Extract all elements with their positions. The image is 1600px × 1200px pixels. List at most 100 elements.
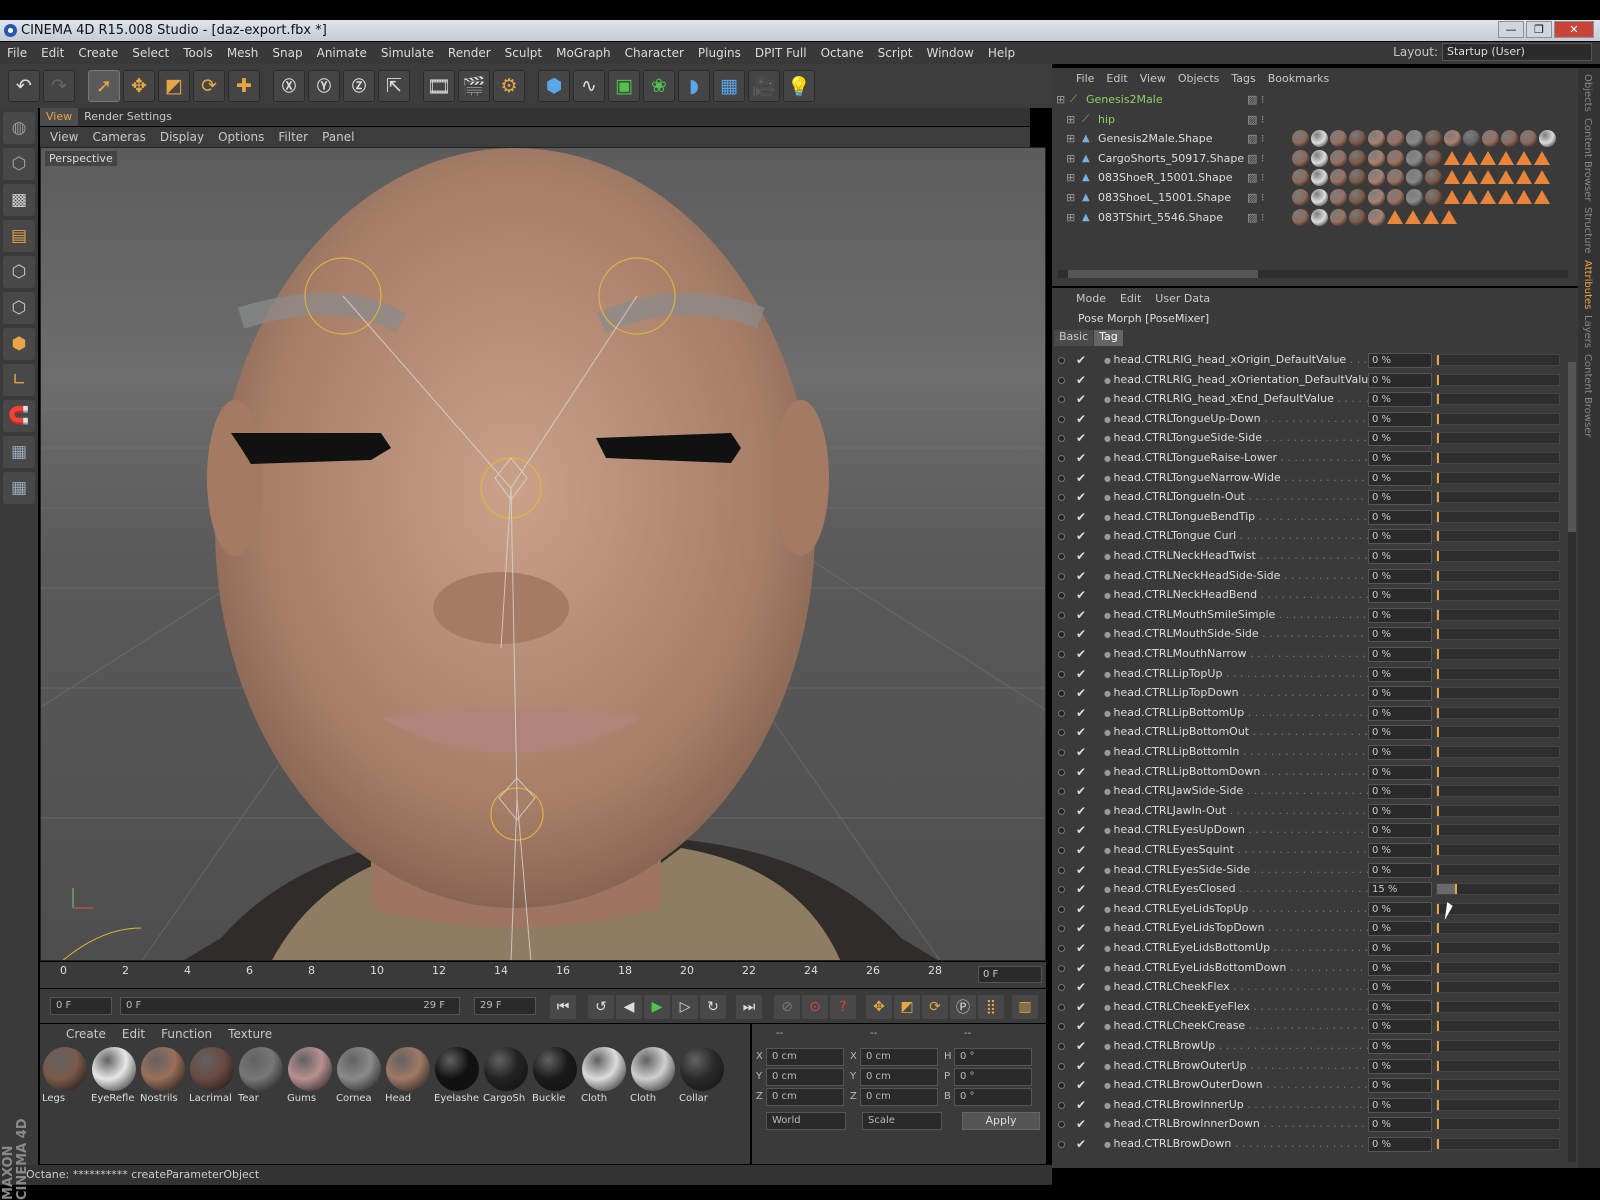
y-axis-lock-icon[interactable]: Ⓨ xyxy=(308,70,340,102)
material-menu-function[interactable]: Function xyxy=(161,1027,212,1041)
material-tag-icon[interactable] xyxy=(1463,130,1480,148)
slider-knob[interactable] xyxy=(1437,609,1439,620)
subdivision-surface-icon[interactable]: ▣ xyxy=(608,70,640,102)
expand-toggle-icon[interactable]: ⊞ xyxy=(1056,90,1065,109)
dock-tab-structure[interactable]: Structure xyxy=(1582,207,1593,254)
enabled-checkbox[interactable]: ✔ xyxy=(1076,683,1086,703)
visibility-toggle-icon[interactable]: ▨ ⁝ xyxy=(1247,110,1264,129)
material-tag-icon[interactable] xyxy=(1292,189,1309,206)
parameter-slider[interactable] xyxy=(1436,765,1560,778)
attr-menu-user-data[interactable]: User Data xyxy=(1155,292,1210,305)
parameter-slider[interactable] xyxy=(1436,491,1560,504)
frame-range-slider[interactable]: 0 F 29 F xyxy=(120,997,460,1015)
parameter-value-field[interactable]: 0 % xyxy=(1368,999,1432,1015)
viewport-menu-view[interactable]: View xyxy=(50,130,78,144)
enabled-checkbox[interactable]: ✔ xyxy=(1076,1075,1086,1095)
material-tag-icon[interactable] xyxy=(1311,169,1328,187)
visibility-toggle-icon[interactable]: ▨ ⁝ xyxy=(1247,208,1264,227)
slider-knob[interactable] xyxy=(1437,1099,1439,1110)
keyframe-dot-icon[interactable] xyxy=(1058,611,1065,619)
parameter-slider[interactable] xyxy=(1436,1118,1560,1131)
coord-value-field[interactable]: 0 cm xyxy=(766,1048,844,1066)
material-item[interactable]: Nostrils xyxy=(140,1047,186,1104)
edges-mode-icon[interactable]: ⬡ xyxy=(3,292,35,324)
material-tag-icon[interactable] xyxy=(1462,170,1478,185)
parameter-slider[interactable] xyxy=(1436,746,1560,758)
expand-toggle-icon[interactable]: ⊞ xyxy=(1066,208,1075,227)
deformer-icon[interactable]: ◗ xyxy=(678,70,710,102)
coord-value-field[interactable]: 0 cm xyxy=(766,1088,844,1106)
parameter-value-field[interactable]: 0 % xyxy=(1368,980,1432,996)
menu-tools[interactable]: Tools xyxy=(176,46,220,60)
material-tag-icon[interactable] xyxy=(1516,150,1532,165)
parameter-slider[interactable] xyxy=(1436,981,1560,994)
parameter-value-field[interactable]: 0 % xyxy=(1368,1039,1432,1054)
visibility-toggle-icon[interactable]: ▨ ⁝ xyxy=(1247,188,1264,207)
spline-pen-icon[interactable]: ∿ xyxy=(573,70,605,102)
parameter-slider[interactable] xyxy=(1436,550,1560,562)
dock-tab-objects[interactable]: Objects xyxy=(1582,74,1593,112)
material-tag-icon[interactable] xyxy=(1311,130,1328,148)
parameter-value-field[interactable]: 0 % xyxy=(1368,803,1432,819)
material-tag-icon[interactable] xyxy=(1520,130,1537,148)
dock-tab-layers[interactable]: Layers xyxy=(1582,315,1593,348)
material-tag-icon[interactable] xyxy=(1292,169,1309,187)
keyframe-dot-icon[interactable] xyxy=(1058,925,1065,933)
keyframe-dot-icon[interactable] xyxy=(1058,396,1065,404)
object-row[interactable]: ⊞ ▲ 083ShoeL_15001.Shape ▨ ⁝ xyxy=(1052,188,1578,207)
enabled-checkbox[interactable]: ✔ xyxy=(1076,370,1086,390)
menu-animate[interactable]: Animate xyxy=(310,46,374,60)
coord-value-field[interactable]: 0 ° xyxy=(954,1068,1032,1086)
parameter-slider[interactable] xyxy=(1436,393,1560,406)
material-tag-icon[interactable] xyxy=(1516,170,1532,185)
material-item[interactable]: Legs xyxy=(42,1047,88,1104)
menu-script[interactable]: Script xyxy=(871,46,920,60)
keyframe-dot-icon[interactable] xyxy=(1058,807,1065,815)
enabled-checkbox[interactable]: ✔ xyxy=(1076,664,1086,684)
enabled-checkbox[interactable]: ✔ xyxy=(1076,605,1086,625)
keyframe-dot-icon[interactable] xyxy=(1058,690,1065,698)
enabled-checkbox[interactable]: ✔ xyxy=(1076,1036,1086,1056)
viewport-menu-panel[interactable]: Panel xyxy=(322,130,354,144)
menu-plugins[interactable]: Plugins xyxy=(691,46,748,60)
material-tag-icon[interactable] xyxy=(1406,169,1423,187)
parameter-slider[interactable] xyxy=(1436,1040,1560,1052)
slider-knob[interactable] xyxy=(1437,962,1439,973)
enabled-checkbox[interactable]: ✔ xyxy=(1076,1114,1086,1134)
viewport-menu-options[interactable]: Options xyxy=(218,130,264,144)
slider-knob[interactable] xyxy=(1437,374,1439,385)
parameter-slider[interactable] xyxy=(1436,412,1560,425)
workplane-icon[interactable]: ▤ xyxy=(3,220,35,252)
slider-knob[interactable] xyxy=(1437,688,1439,699)
keyframe-dot-icon[interactable] xyxy=(1058,768,1065,776)
keyframe-dot-icon[interactable] xyxy=(1058,592,1065,600)
parameter-value-field[interactable]: 0 % xyxy=(1368,431,1432,447)
tab-view[interactable]: View xyxy=(40,108,79,126)
enabled-checkbox[interactable]: ✔ xyxy=(1076,918,1086,938)
array-generator-icon[interactable]: ❀ xyxy=(643,70,675,102)
object-horizontal-scrollbar[interactable] xyxy=(1058,270,1568,278)
parameter-value-field[interactable]: 0 % xyxy=(1368,862,1432,878)
perspective-viewport[interactable]: Perspective xyxy=(40,147,1046,961)
keyframe-dot-icon[interactable] xyxy=(1058,572,1065,580)
object-row[interactable]: ⊞ ▲ 083ShoeR_15001.Shape ▨ ⁝ xyxy=(1052,168,1578,187)
keyframe-dot-icon[interactable] xyxy=(1058,1101,1065,1109)
object-menu-tags[interactable]: Tags xyxy=(1231,72,1255,85)
attr-menu-mode[interactable]: Mode xyxy=(1076,292,1106,305)
parameter-slider[interactable] xyxy=(1436,1098,1560,1111)
object-row[interactable]: ⊞ ▲ Genesis2Male.Shape ▨ ⁝ xyxy=(1052,129,1578,148)
keyframe-dot-icon[interactable] xyxy=(1058,827,1065,835)
material-tag-icon[interactable] xyxy=(1349,189,1366,206)
select-arrow-icon[interactable]: ➚ xyxy=(88,70,120,102)
material-tag-icon[interactable] xyxy=(1349,130,1366,148)
key-parameter-icon[interactable]: Ⓟ xyxy=(950,995,976,1019)
material-item[interactable]: Gums xyxy=(287,1047,333,1104)
keyframe-dot-icon[interactable] xyxy=(1058,494,1065,502)
object-menu-file[interactable]: File xyxy=(1076,72,1094,85)
material-tag-icon[interactable] xyxy=(1444,130,1461,148)
coord-size-mode-select[interactable]: Scale xyxy=(862,1112,942,1130)
material-tag-icon[interactable] xyxy=(1349,169,1366,187)
parameter-value-field[interactable]: 0 % xyxy=(1368,725,1432,741)
timeline-window-icon[interactable]: ▥ xyxy=(1012,995,1038,1019)
keyframe-selection-icon[interactable]: ? xyxy=(830,995,856,1019)
